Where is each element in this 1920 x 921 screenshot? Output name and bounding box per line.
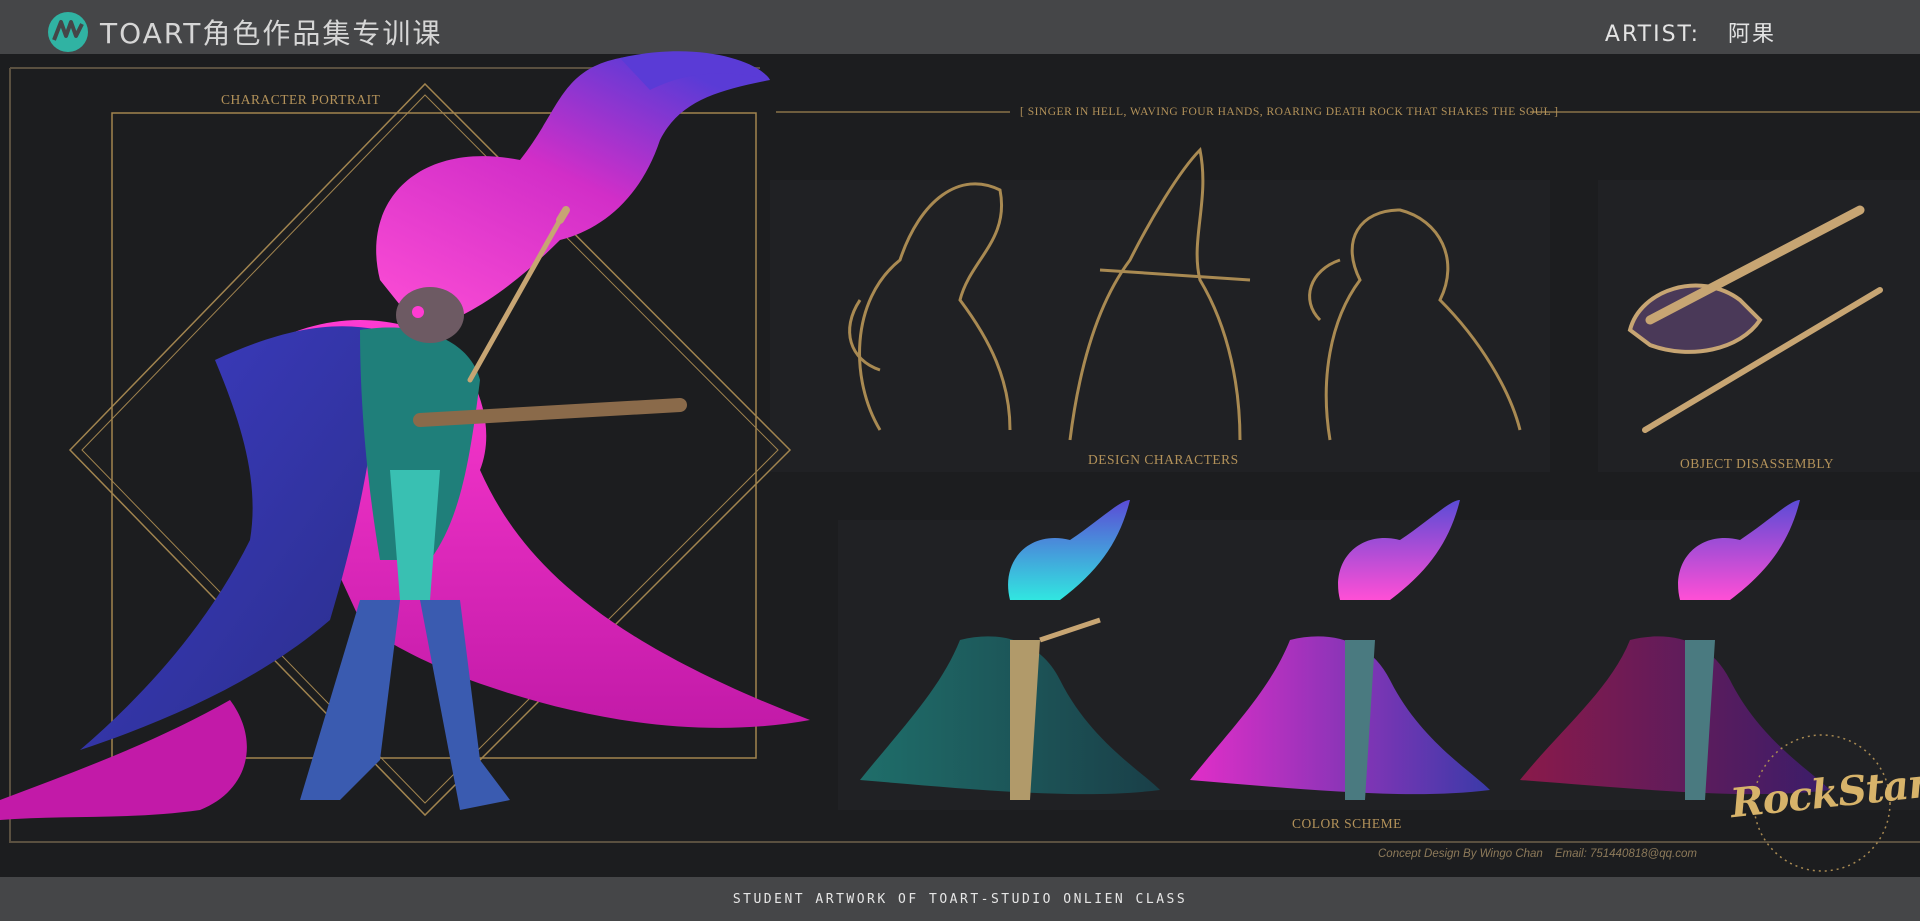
color-variant-teal [860, 500, 1160, 800]
color-variant-crimson [1520, 500, 1830, 800]
portrait-label: CHARACTER PORTRAIT [221, 92, 381, 107]
artwork-illustration [0, 51, 1920, 872]
footer-bar: STUDENT ARTWORK OF TOART-STUDIO ONLIEN C… [0, 877, 1920, 921]
footer-text: STUDENT ARTWORK OF TOART-STUDIO ONLIEN C… [732, 891, 1188, 907]
color-scheme-variants [860, 500, 1830, 800]
color-variant-magenta [1190, 500, 1490, 800]
designer-credit: Concept Design By Wingo Chan [1378, 848, 1543, 860]
object-disassembly-label: OBJECT DISASSEMBLY [1680, 456, 1835, 471]
concept-credit: Concept Design By Wingo Chan Email: 75144… [1378, 848, 1697, 860]
contact-email: Email: 751440818@qq.com [1554, 848, 1697, 860]
color-scheme-label: COLOR SCHEME [1292, 816, 1402, 831]
design-characters-label: DESIGN CHARACTERS [1088, 452, 1239, 467]
design-characters-sketches [848, 146, 1522, 441]
object-disassembly-illustration [1627, 205, 1883, 433]
tagline: [ SINGER IN HELL, WAVING FOUR HANDS, ROA… [1020, 106, 1559, 118]
main-character-illustration [0, 51, 810, 820]
